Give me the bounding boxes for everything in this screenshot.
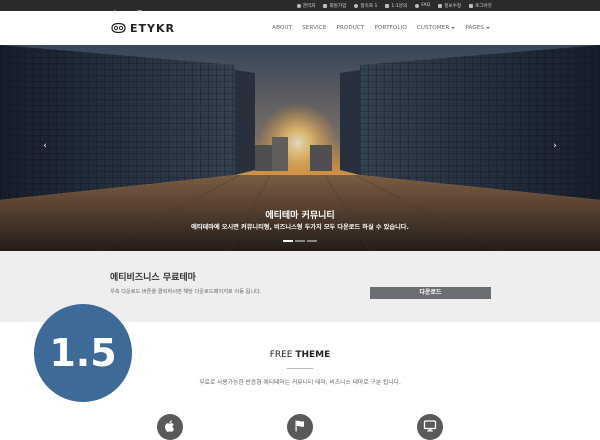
nav-pages[interactable]: PAGES	[465, 25, 490, 31]
nav-about[interactable]: ABOUT	[272, 25, 292, 31]
twitter-icon[interactable]	[123, 2, 130, 17]
user-icon	[354, 3, 359, 8]
feature-apple[interactable]	[157, 414, 183, 440]
slide-indicator[interactable]	[307, 240, 317, 242]
inquiry-link[interactable]: 1:1문의	[385, 3, 407, 9]
top-utility-bar: 관리자 회원가입 접속자 1 1:1문의 FAQ 정보수정 로그아웃	[0, 0, 600, 17]
hero-title: 에티테마 커뮤니티	[265, 211, 335, 221]
admin-icon	[296, 3, 301, 8]
download-description: 우측 다운로드 버튼을 클릭하시면 해당 다운로드페이지로 이동 됩니다.	[110, 289, 262, 295]
edit-icon	[438, 3, 443, 8]
question-icon	[415, 3, 420, 8]
hero-subtitle: 에티테마에 오시면 커뮤니티형, 비즈니스형 두가지 모두 다운로드 하실 수 …	[191, 224, 409, 231]
social-links	[110, 0, 143, 17]
main-nav: ABOUT SERVICE PRODUCT PORTFOLIO CUSTOMER…	[272, 11, 490, 45]
feature-flag[interactable]	[287, 414, 313, 440]
signup-link[interactable]: 회원가입	[323, 3, 346, 9]
utility-links: 관리자 회원가입 접속자 1 1:1문의 FAQ 정보수정 로그아웃	[296, 0, 492, 11]
hero-next-arrow[interactable]: ›	[550, 140, 560, 152]
admin-link[interactable]: 관리자	[296, 3, 315, 9]
slide-indicator[interactable]	[283, 240, 293, 242]
section-divider	[287, 368, 313, 369]
facebook-icon[interactable]	[110, 2, 117, 17]
nav-service[interactable]: SERVICE	[302, 25, 326, 31]
download-title: 에티비즈니스 무료테마	[110, 273, 196, 283]
signup-icon	[323, 3, 328, 8]
monitor-icon	[423, 420, 437, 432]
feature-monitor[interactable]	[417, 414, 443, 440]
free-theme-description: 무료로 사용가능한 반응형 에티테마는 커뮤니티 테마, 비즈니스 테마로 구분…	[199, 380, 401, 386]
site-logo[interactable]: ETYKR	[110, 21, 175, 35]
instagram-icon[interactable]	[136, 2, 143, 17]
apple-icon	[165, 420, 175, 432]
hero-slide-indicators	[283, 240, 317, 242]
logout-link[interactable]: 로그아웃	[469, 3, 492, 9]
slide-indicator[interactable]	[295, 240, 305, 242]
flag-icon	[295, 420, 304, 432]
hero-prev-arrow[interactable]: ‹	[40, 140, 50, 152]
nav-product[interactable]: PRODUCT	[336, 25, 364, 31]
caret-down-icon	[486, 27, 490, 29]
site-header: ETYKR ABOUT SERVICE PRODUCT PORTFOLIO CU…	[0, 11, 600, 46]
logout-icon	[469, 3, 474, 8]
faq-link[interactable]: FAQ	[415, 3, 430, 8]
visitors-link[interactable]: 접속자 1	[354, 3, 377, 9]
nav-customer[interactable]: CUSTOMER	[417, 25, 456, 31]
caret-down-icon	[451, 27, 456, 29]
message-icon	[385, 3, 390, 8]
download-button[interactable]: 다운로드	[370, 287, 491, 299]
edit-profile-link[interactable]: 정보수정	[438, 3, 461, 9]
nav-portfolio[interactable]: PORTFOLIO	[375, 25, 407, 31]
logo-mark-icon	[111, 22, 126, 34]
hero-slider: ‹ › 에티테마 커뮤니티 에티테마에 오시면 커뮤니티형, 비즈니스형 두가지…	[0, 45, 600, 251]
logo-text: ETYKR	[130, 21, 175, 35]
free-theme-title: FREE THEME	[269, 350, 331, 360]
